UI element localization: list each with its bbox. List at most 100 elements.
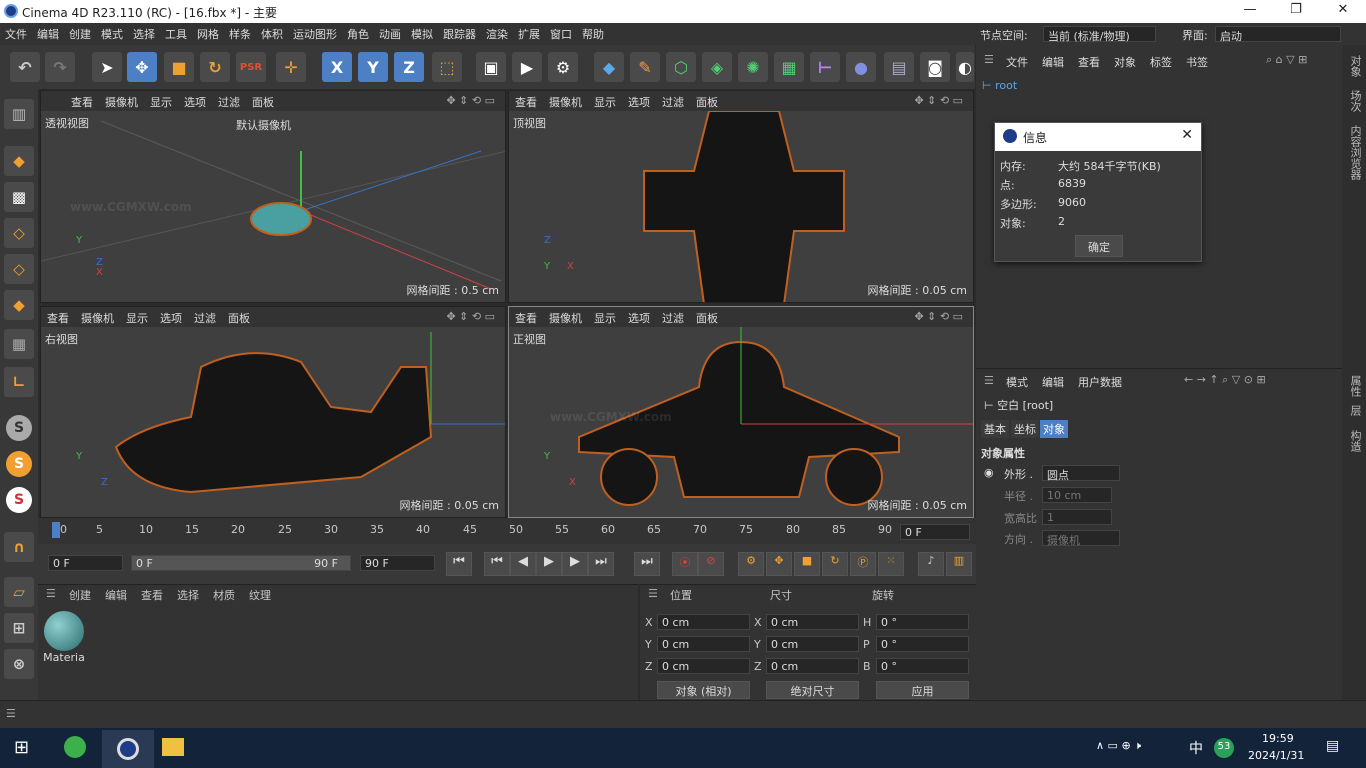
floor-icon[interactable]: ▤: [884, 52, 914, 82]
model-mode-icon[interactable]: ◆: [4, 146, 34, 176]
x-axis-lock-icon[interactable]: X: [322, 52, 352, 82]
menu-tracker[interactable]: 跟踪器: [438, 23, 481, 42]
z-axis-lock-icon[interactable]: Z: [394, 52, 424, 82]
action-center-icon[interactable]: ▤: [1326, 738, 1339, 754]
subdivision-icon[interactable]: ⬡: [666, 52, 696, 82]
timeline[interactable]: 0 5 10 15 20 25 30 35 40 45 50 55 60 65 …: [38, 518, 976, 544]
pen-icon[interactable]: ✎: [630, 52, 660, 82]
clock-time[interactable]: 19:59: [1262, 732, 1294, 745]
hamburger-icon[interactable]: ☰: [648, 587, 658, 600]
viewport-right[interactable]: 查看 摄像机 显示 选项 过滤 面板 ✥ ⇕ ⟲ ▭ 右视图 Y Z 网格间距 : 0.0…: [40, 306, 506, 518]
vp-menu-view[interactable]: 查看: [65, 91, 99, 110]
obj-menu-bookmarks[interactable]: 书签: [1186, 54, 1208, 70]
select-tool-icon[interactable]: ➤: [92, 52, 122, 82]
strip-tab-attributes[interactable]: 属性: [1347, 375, 1363, 397]
hamburger-icon[interactable]: ☰: [984, 53, 994, 66]
menu-edit[interactable]: 编辑: [32, 23, 64, 42]
search-icon[interactable]: ⌕ ⌂ ▽ ⊞: [1266, 53, 1307, 67]
vp-menu-display[interactable]: 显示: [588, 91, 622, 110]
windows-start-icon[interactable]: ⊞: [14, 737, 29, 758]
playhead[interactable]: [52, 522, 60, 538]
magnet-icon[interactable]: ∩: [4, 532, 34, 562]
clock-date[interactable]: 2024/1/31: [1248, 749, 1304, 762]
obj-menu-tags[interactable]: 标签: [1150, 54, 1172, 70]
viewport-top[interactable]: 查看 摄像机 显示 选项 过滤 面板 ✥ ⇕ ⟲ ▭ 顶视图 Z X Y 网格间距 : 0…: [508, 90, 974, 303]
move-tool-icon[interactable]: ✥: [127, 52, 157, 82]
next-key-icon[interactable]: ⏭: [588, 552, 614, 576]
vp-menu-filter[interactable]: 过滤: [188, 307, 222, 326]
display-select[interactable]: 圆点: [1042, 465, 1120, 482]
bend-deformer-icon[interactable]: ⊢: [810, 52, 840, 82]
psr-icon[interactable]: PSR: [236, 52, 266, 82]
vp-menu-options[interactable]: 选项: [622, 91, 656, 110]
start-frame-field[interactable]: 0 F: [48, 555, 123, 571]
vp-menu-filter[interactable]: 过滤: [212, 91, 246, 110]
tab-object[interactable]: 对象: [1040, 420, 1068, 438]
mat-menu-texture[interactable]: 纹理: [249, 587, 271, 603]
position-y-field[interactable]: 0 cm: [657, 636, 750, 652]
menu-select[interactable]: 选择: [128, 23, 160, 42]
axis-mode-icon[interactable]: ∟: [4, 367, 34, 397]
menu-spline[interactable]: 样条: [224, 23, 256, 42]
rotation-h-field[interactable]: 0 °: [876, 614, 969, 630]
position-x-field[interactable]: 0 cm: [657, 614, 750, 630]
mat-menu-create[interactable]: 创建: [69, 587, 91, 603]
film-icon[interactable]: ▥: [946, 552, 972, 576]
menu-tools[interactable]: 工具: [160, 23, 192, 42]
notification-badge[interactable]: 53: [1214, 738, 1234, 758]
material-thumbnail[interactable]: Materia: [42, 611, 86, 667]
vp-menu-display[interactable]: 显示: [144, 91, 178, 110]
vp-menu-options[interactable]: 选项: [622, 307, 656, 326]
lock-workplane-icon[interactable]: ⊞: [4, 613, 34, 643]
autokey-icon[interactable]: ⊘: [698, 552, 724, 576]
goto-start-icon[interactable]: ⏮: [446, 552, 472, 576]
obj-menu-objects[interactable]: 对象: [1114, 54, 1136, 70]
workplane-icon[interactable]: ▱: [4, 577, 34, 607]
hamburger-icon[interactable]: ☰: [46, 587, 56, 600]
tray-icons[interactable]: ∧ ▭ ⊕ 🕨: [1096, 739, 1141, 753]
viewport-front[interactable]: 查看 摄像机 显示 选项 过滤 面板 ✥ ⇕ ⟲ ▭ 正视图 Y X 网格间距 : 0.0…: [508, 306, 974, 518]
orientation-select[interactable]: 摄像机: [1042, 530, 1120, 547]
undo-icon[interactable]: ↶: [10, 52, 40, 82]
rotation-p-field[interactable]: 0 °: [876, 636, 969, 652]
menu-simulate[interactable]: 模拟: [406, 23, 438, 42]
key-parameter-icon[interactable]: Ⓟ: [850, 552, 876, 576]
vp-menu-panel[interactable]: 面板: [246, 91, 280, 110]
size-mode-select[interactable]: 绝对尺寸: [766, 681, 859, 699]
size-y-field[interactable]: 0 cm: [766, 636, 859, 652]
viewport-nav-icons[interactable]: ✥ ⇕ ⟲ ▭: [440, 307, 501, 323]
uv-mode-icon[interactable]: ▦: [4, 329, 34, 359]
y-axis-lock-icon[interactable]: Y: [358, 52, 388, 82]
play-icon[interactable]: ▶: [536, 552, 562, 576]
menu-window[interactable]: 窗口: [545, 23, 577, 42]
menu-help[interactable]: 帮助: [577, 23, 609, 42]
vp-menu-panel[interactable]: 面板: [222, 307, 256, 326]
vp-menu-options[interactable]: 选项: [178, 91, 212, 110]
snap-icon[interactable]: S: [6, 415, 32, 441]
obj-menu-file[interactable]: 文件: [1006, 54, 1028, 70]
menu-mograph[interactable]: 运动图形: [288, 23, 342, 42]
close-button[interactable]: ✕: [1333, 2, 1353, 20]
menu-mode[interactable]: 模式: [96, 23, 128, 42]
make-editable-icon[interactable]: ▥: [4, 99, 34, 129]
mat-menu-material[interactable]: 材质: [213, 587, 235, 603]
ime-indicator[interactable]: 中: [1189, 738, 1203, 758]
object-item-root[interactable]: ⊢ root: [982, 79, 1017, 92]
menu-create[interactable]: 创建: [64, 23, 96, 42]
strip-tab-structure[interactable]: 构造: [1347, 430, 1363, 452]
light-icon[interactable]: ◐: [956, 52, 974, 82]
prev-frame-icon[interactable]: ◀: [510, 552, 536, 576]
mat-menu-select[interactable]: 选择: [177, 587, 199, 603]
viewport-perspective[interactable]: 查看 摄像机 显示 选项 过滤 面板 ✥ ⇕ ⟲ ▭ 透视视图 默认摄像机 Y Z X 网…: [40, 90, 506, 303]
attr-menu-userdata[interactable]: 用户数据: [1078, 374, 1122, 390]
coord-mode-select[interactable]: 对象 (相对): [657, 681, 750, 699]
cloner-icon[interactable]: ✺: [738, 52, 768, 82]
mat-menu-view[interactable]: 查看: [141, 587, 163, 603]
attr-menu-mode[interactable]: 模式: [1006, 374, 1028, 390]
vp-menu-filter[interactable]: 过滤: [656, 307, 690, 326]
scale-tool-icon[interactable]: ■: [164, 52, 194, 82]
goto-end-icon[interactable]: ⏭: [634, 552, 660, 576]
record-keys-icon[interactable]: ⦿: [672, 552, 698, 576]
minimize-button[interactable]: —: [1240, 2, 1260, 20]
end-frame-field[interactable]: 90 F: [360, 555, 435, 571]
